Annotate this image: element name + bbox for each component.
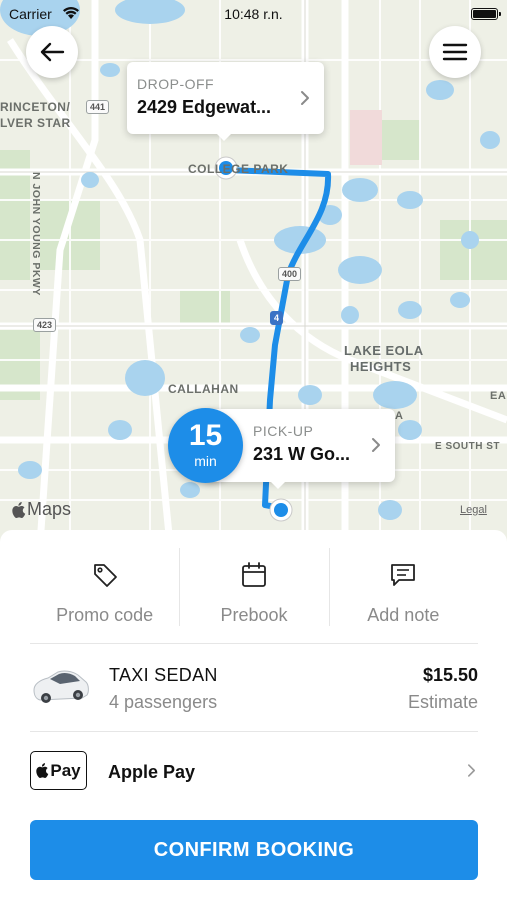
map-label-college-park: COLLEGE PARK (188, 162, 289, 176)
apple-logo-icon (36, 763, 49, 778)
chevron-right-icon (467, 764, 476, 777)
divider (30, 731, 478, 732)
dropoff-caption: DROP-OFF (137, 76, 215, 92)
confirm-booking-button[interactable]: CONFIRM BOOKING (30, 820, 478, 880)
map-label-princeton: RINCETON/ (0, 100, 71, 114)
status-bar: Carrier 10:48 r.n. (0, 0, 507, 28)
map-label-south-st: E SOUTH ST (435, 441, 501, 452)
map-label-silver-star: LVER STAR (0, 116, 71, 130)
divider (30, 643, 478, 644)
tag-icon (93, 564, 117, 587)
map-label-callahan: CALLAHAN (168, 382, 239, 396)
route-shield-400: 400 (278, 267, 302, 281)
route-shield-4: 4 (270, 311, 284, 325)
apple-pay-badge: Pay (30, 751, 87, 790)
promo-code-button[interactable]: Promo code (30, 548, 179, 626)
hamburger-icon (442, 43, 468, 61)
status-time: 10:48 r.n. (224, 6, 283, 22)
payment-method-row[interactable]: Pay Apple Pay (30, 750, 478, 792)
route-shield-423: 423 (33, 318, 57, 332)
prebook-label: Prebook (220, 605, 288, 625)
legal-link[interactable]: Legal (460, 504, 487, 516)
vehicle-name: TAXI SEDAN (109, 665, 218, 685)
maps-attribution: Maps (12, 499, 71, 520)
add-note-button[interactable]: Add note (328, 548, 478, 626)
arrow-left-icon (40, 42, 65, 62)
quick-actions: Promo code Prebook Add note (30, 548, 478, 626)
booking-sheet: Promo code Prebook Add note TAXI SEDAN 4… (0, 530, 507, 900)
vehicle-option[interactable]: TAXI SEDAN 4 passengers $15.50 Estimate (30, 658, 478, 718)
map-label-ea: EA (490, 390, 507, 402)
message-icon (391, 564, 416, 586)
vehicle-capacity: 4 passengers (109, 692, 218, 712)
chevron-right-icon (372, 438, 380, 452)
apple-logo-icon (12, 501, 26, 518)
sedan-car-icon (33, 670, 89, 703)
fare-estimate-label: Estimate (407, 692, 478, 712)
promo-code-label: Promo code (56, 605, 154, 625)
fare-price: $15.50 (422, 665, 478, 685)
map-label-lake-eola: LAKE EOLA (344, 343, 424, 358)
chevron-right-icon (301, 91, 309, 105)
menu-button[interactable] (429, 26, 481, 78)
calendar-icon (242, 562, 266, 587)
battery-icon (471, 8, 501, 20)
back-button[interactable] (26, 26, 78, 78)
eta-badge: 15 min (168, 408, 243, 483)
eta-value: 15 (188, 419, 223, 452)
maps-brand: Maps (27, 499, 72, 519)
map-label-a: A (395, 410, 404, 422)
eta-unit: min (194, 453, 217, 469)
apple-pay-badge-text: Pay (50, 760, 81, 780)
dropoff-address: 2429 Edgewat... (137, 97, 272, 117)
route-shield-441: 441 (86, 100, 110, 114)
payment-method-name: Apple Pay (108, 762, 196, 782)
map-view[interactable]: RINCETON/ LVER STAR COLLEGE PARK N JOHN … (0, 0, 507, 545)
map-label-john-young: N JOHN YOUNG PKWY (30, 172, 42, 296)
prebook-button[interactable]: Prebook (179, 548, 328, 626)
dropoff-callout[interactable]: DROP-OFF 2429 Edgewat... (127, 62, 324, 141)
add-note-label: Add note (367, 605, 440, 625)
map-label-heights: HEIGHTS (350, 359, 412, 374)
